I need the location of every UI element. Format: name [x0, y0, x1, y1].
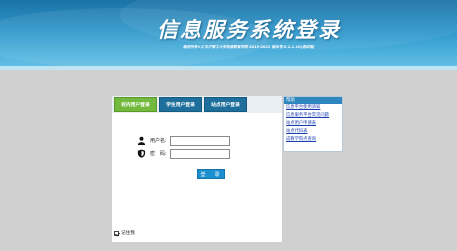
tab-student-login[interactable]: 学生用户登录 — [159, 97, 202, 112]
username-row: 用户名: — [112, 136, 282, 146]
remember-me[interactable]: 记住我 — [114, 229, 135, 237]
password-input[interactable] — [170, 149, 230, 159]
help-sidebar: 帮助 信息平台使用须知 信息服务平台常见问题 站点用户申请表 站点代码表 成教学… — [283, 96, 343, 152]
tab-campus-login[interactable]: 校内用户登录 — [114, 97, 157, 112]
help-heading: 帮助 — [284, 97, 342, 104]
shield-icon — [137, 149, 146, 158]
help-links: 信息平台使用须知 信息服务平台常见问题 站点用户申请表 站点代码表 成教学院点查… — [284, 104, 342, 144]
login-button[interactable]: 登 录 — [197, 169, 225, 179]
tab-site-login[interactable]: 站点用户登录 — [204, 97, 247, 112]
login-panel: 校内用户登录 学生用户登录 站点用户登录 用户名: 密 码: 登 录 记住我 — [112, 96, 282, 242]
banner-stripe — [0, 66, 457, 70]
username-input[interactable] — [170, 136, 230, 146]
help-link[interactable]: 站点代码表 — [286, 128, 342, 136]
password-row: 密 码: — [112, 149, 282, 159]
username-label: 用户名: — [150, 138, 167, 144]
help-link[interactable]: 成教学院点查询 — [286, 136, 342, 144]
header-banner: 信息服务系统登录 版权所有©汇东沪联工大学信息教育学院 2013-2022 版本… — [0, 0, 457, 70]
help-link[interactable]: 信息平台使用须知 — [286, 104, 342, 112]
user-icon — [137, 136, 146, 145]
page-subtitle: 版权所有©汇东沪联工大学信息教育学院 2013-2022 版本号:5.1.1.1… — [183, 45, 315, 49]
help-link[interactable]: 信息服务平台常见问题 — [286, 112, 342, 120]
page-title: 信息服务系统登录 — [157, 17, 341, 42]
password-label: 密 码: — [150, 151, 167, 157]
remember-label: 记住我 — [121, 231, 135, 236]
help-link[interactable]: 站点用户申请表 — [286, 120, 342, 128]
login-tabs: 校内用户登录 学生用户登录 站点用户登录 — [112, 96, 282, 113]
remember-checkbox[interactable] — [114, 230, 119, 236]
